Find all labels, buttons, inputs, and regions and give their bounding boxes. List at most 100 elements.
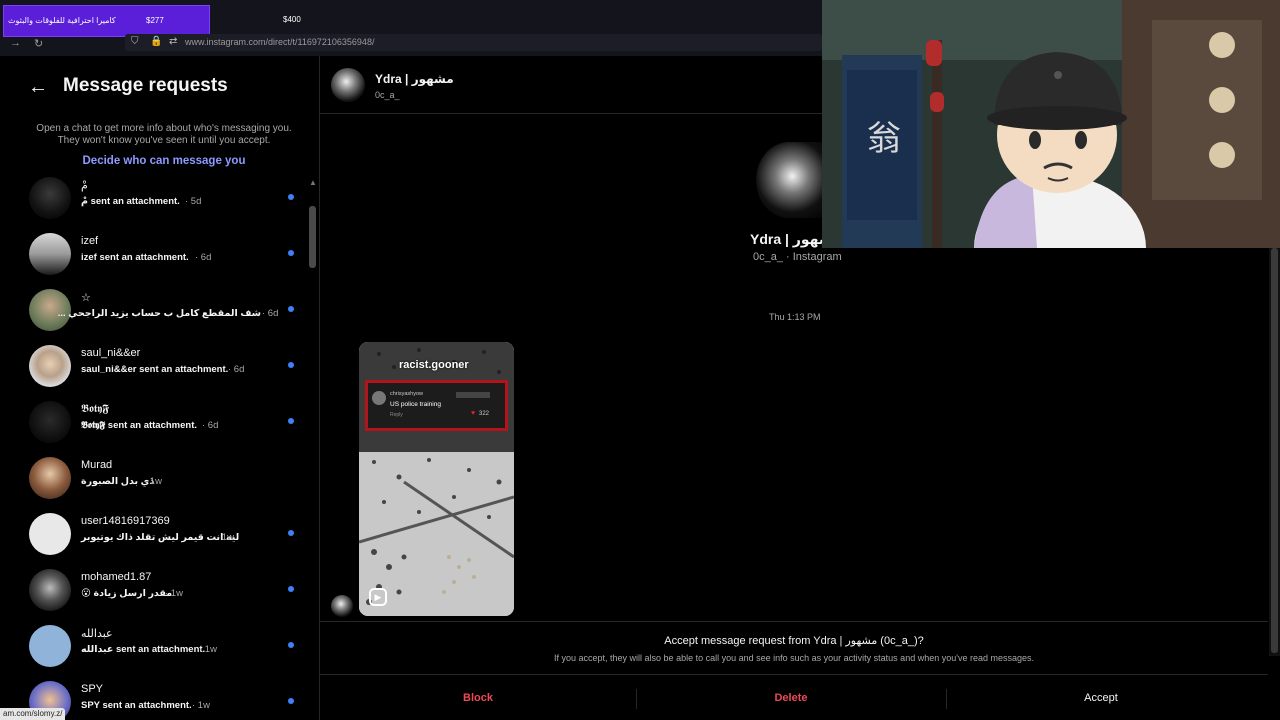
scroll-thumb[interactable] [1271,248,1278,653]
permissions-icon[interactable]: ⇄ [169,36,177,47]
delete-button[interactable]: Delete [636,675,946,720]
avatar [29,513,71,555]
request-preview: izef sent an attachment. [81,252,189,263]
chat-header: Ydra | مشهور 0c_a_ [320,56,822,114]
accept-actions: Block Delete Accept [320,674,1268,720]
request-name: مْ [81,180,88,192]
request-preview: SPY sent an attachment. [81,700,192,711]
shared-reel[interactable]: racist.gooner chrisyashyow US police tra… [359,342,514,616]
shield-icon[interactable]: ⛉ [131,36,139,47]
request-time: · 6d [262,308,279,319]
request-name: mohamed1.87 [81,571,152,583]
request-time: · 6d [195,252,212,263]
sender-avatar [331,595,353,617]
reload-icon[interactable]: ↻ [34,37,43,50]
comment-badge [456,392,490,398]
avatar [29,177,71,219]
reels-icon: ▶ [369,588,387,606]
promo-text: كاميرا احترافية للفلوقات والبثوث [8,16,116,25]
list-item[interactable]: 𝕭𝖔𝖙𝖞𝕱 𝕭𝖔𝖙𝖞𝕱 sent an attachment. · 6d [0,401,305,457]
request-name: ☆ [81,292,91,304]
request-name: saul_ni&&er [81,347,141,359]
requests-info-text: Open a chat to get more info about who's… [36,123,292,146]
price-label: $400 [283,15,301,24]
message-requests-sidebar: ← Message requests Open a chat to get mo… [0,56,320,720]
stream-overlay: 翁 [822,0,1280,248]
list-item[interactable]: saul_ni&&er saul_ni&&er sent an attachme… [0,345,305,401]
list-item[interactable]: ☆ شف المقطع كامل ب حساب يزيد الراجحي ...… [0,289,305,345]
profile-avatar[interactable] [756,142,822,218]
unread-dot [288,362,294,368]
link-status-url: am.com/slomy.z/ [0,708,66,720]
chat-contact-username: 0c_a_ [375,90,400,100]
request-time: · 1w [144,476,162,487]
streamer-avatar-scene: 翁 [822,0,1280,248]
reel-author[interactable]: racist.gooner [399,359,469,371]
avatar [29,457,71,499]
back-arrow-icon[interactable]: ← [28,76,48,99]
request-time: · 6d [228,364,245,375]
accept-button[interactable]: Accept [946,675,1256,720]
svg-text:翁: 翁 [867,119,901,159]
forward-icon[interactable]: → [10,37,21,49]
chat-contact-name[interactable]: Ydra | مشهور [375,72,454,86]
unread-dot [288,530,294,536]
request-preview: شف المقطع كامل ب حساب يزيد الراجحي ... [57,308,261,319]
list-item[interactable]: عبدالله عبدالله sent an attachment. · 1w [0,625,305,681]
request-time: · 1w [216,532,234,543]
request-name: izef [81,235,99,247]
browser-top-bar: كاميرا احترافية للفلوقات والبثوث $277 $4… [0,0,822,56]
page-title: Message requests [63,75,228,96]
lock-icon[interactable]: 🔒 [150,36,162,47]
block-button[interactable]: Block [320,675,636,720]
request-preview: saul_ni&&er sent an attachment. [81,364,229,375]
accept-request-panel: Accept message request from Ydra | مشهور… [320,621,1268,720]
unread-dot [288,698,294,704]
promo-price: $277 [146,16,164,25]
request-preview: عبدالله sent an attachment. [81,644,206,655]
comment-username: chrisyashyow [390,391,424,397]
request-time: · 1w [192,700,210,711]
chat-scrollbar[interactable] [1269,248,1280,656]
request-name: user14816917369 [81,515,170,527]
list-item[interactable]: mohamed1.87 😮 مقدر ارسل زيادة · 1w [0,569,305,625]
list-item[interactable]: user14816917369 ليه انت قيمر ليش تقلد ذا… [0,513,305,569]
list-item[interactable]: izef izef sent an attachment. · 6d [0,233,305,289]
request-time: · 1w [199,644,217,655]
profile-subtitle: 0c_a_ · Instagram [753,251,842,263]
request-preview: 𝕭𝖔𝖙𝖞𝕱 sent an attachment. [81,420,198,431]
reel-comment-card: chrisyashyow US police training Reply ♥ … [365,380,508,431]
comment-likes: 322 [479,411,490,417]
list-item[interactable]: Murad ذي بدل الصبورة · 1w [0,457,305,513]
request-name: SPY [81,683,104,695]
sidebar-scrollbar[interactable]: ▲ [308,178,317,720]
request-name: Murad [81,459,113,471]
message-timestamp: Thu 1:13 PM [769,312,821,322]
comment-text: US police training [390,401,441,408]
avatar [29,345,71,387]
url-text[interactable]: www.instagram.com/direct/t/1169721063569… [185,37,374,47]
promo-banner[interactable]: كاميرا احترافية للفلوقات والبثوث $277 [3,5,210,37]
avatar[interactable] [331,68,365,102]
request-time: · 1w [165,588,183,599]
unread-dot [288,194,294,200]
comment-reply: Reply [390,412,403,418]
address-bar[interactable]: ⛉ 🔒 ⇄ www.instagram.com/direct/t/1169721… [125,34,822,51]
avatar [29,625,71,667]
unread-dot [288,586,294,592]
heart-icon: ♥ [471,410,476,417]
request-name: عبدالله [81,628,113,640]
accept-question: Accept message request from Ydra | مشهور… [664,635,924,647]
avatar [372,391,386,405]
request-time: · 6d [202,420,219,431]
request-time: · 5d [185,196,202,207]
scroll-thumb[interactable] [309,206,316,268]
request-name: 𝕭𝖔𝖙𝖞𝕱 [81,403,109,415]
unread-dot [288,306,294,312]
unread-dot [288,642,294,648]
decide-who-can-message-link[interactable]: Decide who can message you [24,155,304,167]
list-item[interactable]: مْ مْ sent an attachment. · 5d [0,177,305,233]
unread-dot [288,418,294,424]
unread-dot [288,250,294,256]
scroll-up-icon[interactable]: ▲ [309,178,317,187]
